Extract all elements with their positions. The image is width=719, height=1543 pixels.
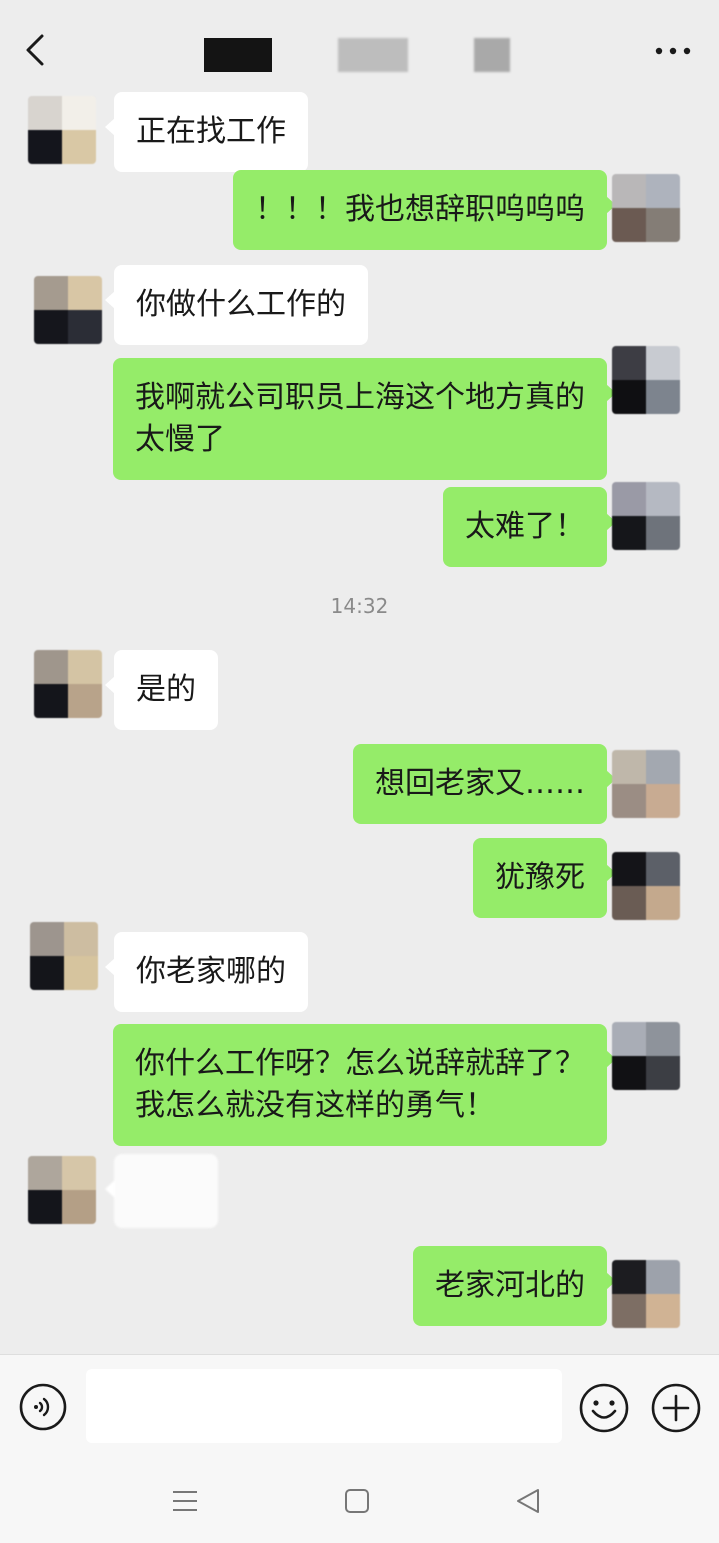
voice-input-button[interactable] [18,1382,68,1432]
contact-avatar[interactable] [30,922,98,990]
self-avatar[interactable] [612,346,680,414]
outgoing-message[interactable]: ！！！我也想辞职呜呜呜 [233,170,616,250]
self-avatar[interactable] [612,1260,680,1328]
back-button[interactable] [18,30,54,70]
contact-avatar[interactable] [34,276,102,344]
message-list[interactable]: 正在找工作 ！！！我也想辞职呜呜呜 你做什么工作的 我啊就公司职员上海这个地方真… [0,84,719,1354]
message-input[interactable] [86,1369,562,1443]
voice-icon [19,1383,67,1431]
chat-header [0,0,719,84]
outgoing-message[interactable]: 犹豫死 [473,838,616,918]
contact-avatar[interactable] [34,650,102,718]
incoming-message[interactable]: 你做什么工作的 [105,265,368,345]
contact-avatar[interactable] [28,1156,96,1224]
outgoing-message[interactable]: 老家河北的 [413,1246,616,1326]
more-actions-button[interactable] [650,1382,702,1434]
outgoing-message[interactable]: 我啊就公司职员上海这个地方真的 太慢了 [113,358,616,480]
outgoing-message[interactable]: 想回老家又…… [353,744,616,824]
contact-name-redaction [204,38,272,72]
back-triangle-icon [517,1489,539,1513]
nav-home-button[interactable] [340,1484,374,1518]
nav-menu-button[interactable] [168,1484,202,1518]
nav-back-button[interactable] [512,1484,546,1518]
chevron-left-icon [26,34,44,66]
outgoing-message[interactable]: 太难了！ [443,487,616,567]
system-navigation-bar [0,1458,719,1543]
home-square-icon [345,1489,369,1513]
self-avatar[interactable] [612,852,680,920]
chat-title [0,0,1,1]
incoming-message[interactable] [105,1154,218,1228]
more-options-button[interactable] [651,36,695,66]
self-avatar[interactable] [612,482,680,550]
contact-avatar[interactable] [28,96,96,164]
more-dots-icon [655,47,691,55]
menu-icon [173,1491,197,1511]
outgoing-message[interactable]: 你什么工作呀？怎么说辞就辞了？ 我怎么就没有这样的勇气！ [113,1024,616,1146]
incoming-message[interactable]: 是的 [105,650,218,730]
self-avatar[interactable] [612,750,680,818]
incoming-message[interactable]: 正在找工作 [105,92,308,172]
input-bar [0,1354,719,1458]
plus-circle-icon [651,1383,701,1433]
contact-name-redaction [474,38,510,72]
self-avatar[interactable] [612,1022,680,1090]
emoji-button[interactable] [578,1382,630,1434]
contact-name-redaction [338,38,408,72]
emoji-icon [579,1383,629,1433]
self-avatar[interactable] [612,174,680,242]
incoming-message[interactable]: 你老家哪的 [105,932,308,1012]
message-timestamp: 14:32 [330,594,389,618]
